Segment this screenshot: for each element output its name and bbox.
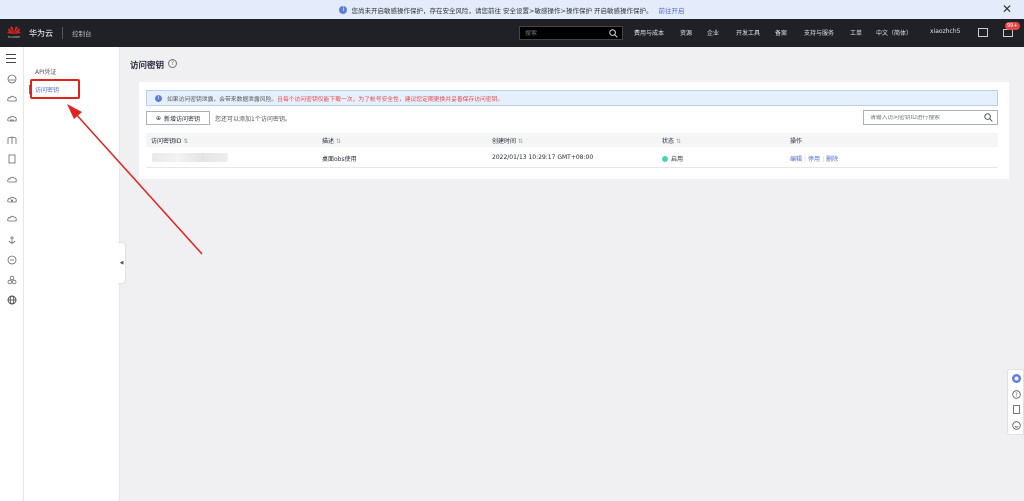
table-row: 桌面obs使用 2022/01/13 10:29:17 GMT+08:00 启用… [146,148,998,168]
feedback-icon[interactable] [1012,421,1021,430]
search-icon[interactable] [984,113,993,122]
column-header-actions: 操作 [790,138,803,145]
disable-link[interactable]: 停用 [808,156,820,163]
sort-icon: ⇅ [675,138,681,145]
quota-text: 您还可以添加1个访问密钥。 [215,116,291,123]
status-enabled-icon [662,156,668,162]
sort-icon: ⇅ [517,138,523,145]
column-header-status[interactable]: 状态 ⇅ [662,136,681,145]
table-header: 访问密钥ID ⇅ 描述 ⇅ 创建时间 ⇅ 状态 ⇅ 操作 [146,133,998,147]
info-icon: i [155,94,162,102]
svg-text:?: ? [1015,393,1018,399]
cell-description: 桌面obs使用 [322,156,357,163]
annotation-arrow [67,104,203,255]
create-access-key-button[interactable]: ⊕ 新增访问密钥 [146,111,210,125]
create-access-key-label: 新增访问密钥 [164,115,201,123]
page-title: 访问密钥 [130,61,165,71]
help-icon[interactable]: ? [168,59,177,68]
cell-status: 启用 [662,154,683,163]
assistant-icon[interactable] [1012,374,1021,383]
info-banner-text: 如果访问密钥泄露，会带来数据泄露风险。 [167,96,278,103]
redacted-key-id [152,153,228,162]
delete-link[interactable]: 删除 [826,156,838,163]
sort-icon: ⇅ [335,138,341,145]
key-search-input[interactable] [870,114,980,121]
info-banner: i 如果访问密钥泄露，会带来数据泄露风险。 且每个访问密钥仅能下载一次，为了帐号… [146,90,998,106]
column-header-key-id[interactable]: 访问密钥ID ⇅ [151,136,188,145]
floating-toolbar: ? [1007,369,1024,435]
cell-created: 2022/01/13 10:29:17 GMT+08:00 [492,154,594,161]
column-header-description[interactable]: 描述 ⇅ [322,136,341,145]
cell-actions: 编辑 | 停用 | 删除 [790,156,839,163]
document-icon[interactable] [1012,405,1021,414]
column-header-created[interactable]: 创建时间 ⇅ [492,136,523,145]
help-icon[interactable]: ? [1012,390,1021,399]
edit-link[interactable]: 编辑 [790,156,802,163]
key-search[interactable] [863,110,998,125]
plus-icon: ⊕ [155,114,161,122]
sort-icon: ⇅ [183,138,189,145]
info-banner-warning: 且每个访问密钥仅能下载一次，为了帐号安全性，建议您定期更换并妥善保存访问密钥。 [277,96,504,103]
